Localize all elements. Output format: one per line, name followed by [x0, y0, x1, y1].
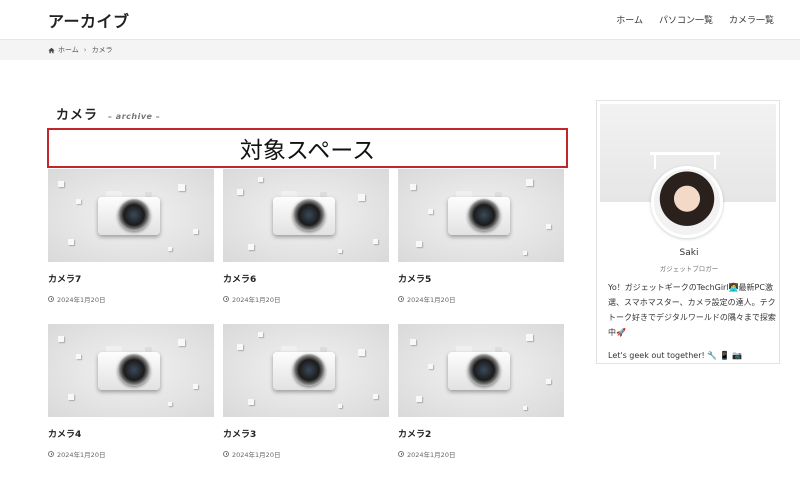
archive-heading: カメラ – archive –: [56, 104, 160, 123]
page-title: カメラ: [56, 108, 99, 123]
profile-widget: Saki ガジェットブロガー Yo！ガジェットギークのTechGirl👩‍💻最新…: [596, 100, 780, 364]
global-nav: ホーム パソコン一覧 カメラ一覧: [616, 13, 774, 26]
camera-thumbnail[interactable]: [223, 169, 389, 262]
camera-thumbnail[interactable]: [398, 324, 564, 417]
camera-thumbnail[interactable]: [48, 324, 214, 417]
breadcrumb-home[interactable]: ホーム: [48, 45, 79, 55]
nav-item-home[interactable]: ホーム: [616, 13, 643, 26]
breadcrumb-current: カメラ: [91, 46, 113, 54]
card-title[interactable]: カメラ3: [223, 427, 389, 440]
clock-icon: [398, 451, 404, 457]
camera-thumbnail[interactable]: [398, 169, 564, 262]
date-text: 2024年1月20日: [232, 451, 281, 459]
card-title[interactable]: カメラ6: [223, 272, 389, 285]
date-text: 2024年1月20日: [57, 451, 106, 459]
card-title[interactable]: カメラ4: [48, 427, 214, 440]
card-title[interactable]: カメラ2: [398, 427, 564, 440]
card-title[interactable]: カメラ5: [398, 272, 564, 285]
clock-icon: [223, 296, 229, 302]
site-header: アーカイブ ホーム パソコン一覧 カメラ一覧: [0, 0, 800, 40]
clock-icon: [223, 451, 229, 457]
date-text: 2024年1月20日: [57, 296, 106, 304]
site-title[interactable]: アーカイブ: [48, 8, 130, 32]
nav-item-pc-list[interactable]: パソコン一覧: [659, 13, 713, 26]
profile-name: Saki: [679, 248, 699, 258]
page-subtitle: – archive –: [108, 112, 161, 121]
date-text: 2024年1月20日: [407, 296, 456, 304]
camera-thumbnail[interactable]: [223, 324, 389, 417]
post-card[interactable]: カメラ5 2024年1月20日: [398, 169, 564, 304]
date-text: 2024年1月20日: [232, 296, 281, 304]
card-date: 2024年1月20日: [48, 294, 214, 304]
post-card[interactable]: カメラ4 2024年1月20日: [48, 324, 214, 459]
chevron-right-icon: ›: [83, 46, 87, 54]
clock-icon: [398, 296, 404, 302]
table-decoration: [650, 152, 720, 169]
home-icon: [48, 47, 55, 53]
card-date: 2024年1月20日: [398, 449, 564, 459]
clock-icon: [48, 451, 54, 457]
card-date: 2024年1月20日: [223, 449, 389, 459]
card-date: 2024年1月20日: [223, 294, 389, 304]
date-text: 2024年1月20日: [407, 451, 456, 459]
breadcrumb-home-label: ホーム: [58, 46, 79, 54]
post-card[interactable]: カメラ6 2024年1月20日: [223, 169, 389, 304]
nav-item-camera-list[interactable]: カメラ一覧: [729, 13, 774, 26]
post-card[interactable]: カメラ7 2024年1月20日: [48, 169, 214, 304]
profile-role: ガジェットブロガー: [659, 265, 719, 273]
card-date: 2024年1月20日: [48, 449, 214, 459]
profile-tagline: Let's geek out together! 🔧 📱 📷: [608, 351, 743, 360]
profile-bio: Yo！ガジェットギークのTechGirl👩‍💻最新PC激選、スマホマスター、カメ…: [608, 283, 776, 337]
clock-icon: [48, 296, 54, 302]
avatar: [651, 166, 723, 238]
camera-thumbnail[interactable]: [48, 169, 214, 262]
target-space-box: 対象スペース: [47, 128, 568, 168]
post-card[interactable]: カメラ3 2024年1月20日: [223, 324, 389, 459]
breadcrumb: ホーム › カメラ: [0, 40, 800, 60]
post-card[interactable]: カメラ2 2024年1月20日: [398, 324, 564, 459]
card-title[interactable]: カメラ7: [48, 272, 214, 285]
card-date: 2024年1月20日: [398, 294, 564, 304]
